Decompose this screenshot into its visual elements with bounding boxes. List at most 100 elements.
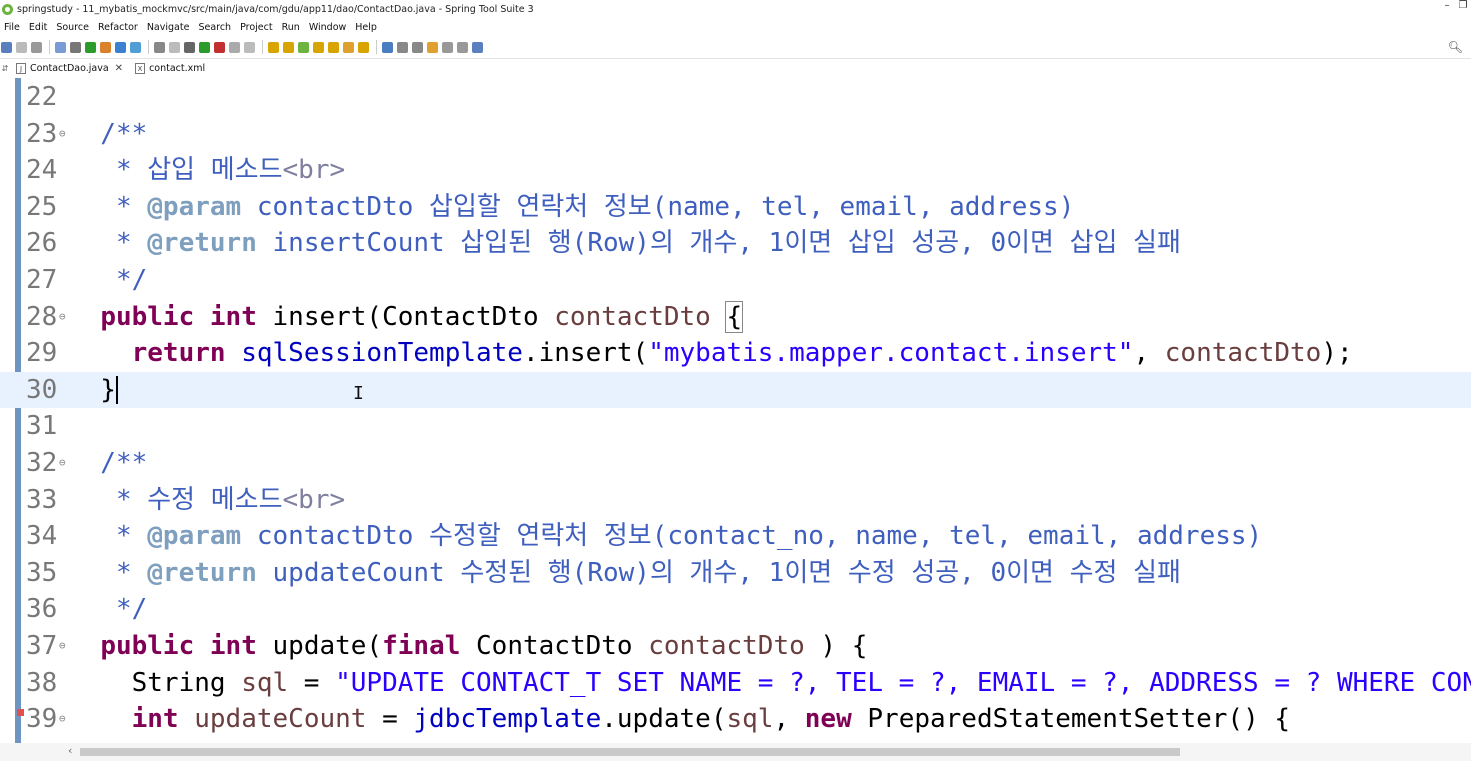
menu-window[interactable]: Window (305, 22, 351, 33)
open-folder-icon[interactable] (313, 41, 324, 53)
menu-file[interactable]: File (0, 22, 25, 33)
last-edit-icon[interactable] (427, 41, 438, 53)
fold-toggle-icon[interactable]: ⊖ (59, 628, 66, 665)
code-line[interactable]: 33 * 수정 메소드<br> (0, 482, 1471, 519)
code-line[interactable]: 34 * @param contactDto 수정할 연락처 정보(contac… (0, 518, 1471, 555)
code-line[interactable]: 29 return sqlSessionTemplate.insert("myb… (0, 335, 1471, 372)
view-menu-icon[interactable]: ⇵ (0, 64, 10, 73)
code-line[interactable]: 25 * @param contactDto 삽입할 연락처 정보(name, … (0, 189, 1471, 226)
next-annotation-icon[interactable] (397, 41, 408, 53)
code-line[interactable]: 24 * 삽입 메소드<br> (0, 152, 1471, 189)
code-token: contactDto 삽입할 연락처 정보(name, tel, email, … (241, 191, 1075, 222)
link-icon[interactable] (70, 41, 81, 53)
fold-toggle-icon[interactable]: ⊖ (59, 299, 66, 336)
code-token: <br> (282, 155, 346, 186)
code-line[interactable]: 22 (0, 79, 1471, 116)
line-number: 30 (26, 374, 58, 405)
code-text: */ (69, 262, 147, 299)
fold-toggle-icon[interactable]: ⊖ (59, 445, 66, 482)
back-icon[interactable] (442, 41, 453, 53)
code-text: * @param contactDto 삽입할 연락처 정보(name, tel… (69, 189, 1074, 226)
search-icon[interactable]: 🔍︎ (1448, 40, 1463, 54)
code-token: @param (147, 191, 242, 222)
tab-contactdao-java[interactable]: J ContactDao.java ✕ (10, 59, 130, 78)
menu-project[interactable]: Project (236, 22, 278, 33)
print-icon[interactable] (55, 41, 66, 53)
code-token: * (69, 191, 148, 222)
format-icon[interactable] (154, 41, 165, 53)
run-server-icon[interactable] (85, 41, 96, 53)
code-text: * 수정 메소드<br> (69, 482, 345, 519)
stop-icon[interactable] (229, 41, 240, 53)
code-token: "UPDATE CONTACT_T SET NAME = ?, TEL = ?,… (335, 667, 1471, 698)
fold-toggle-icon[interactable]: ⊖ (59, 701, 66, 738)
horizontal-scrollbar[interactable]: ‹ (0, 743, 1471, 761)
toolbar-separator (49, 40, 50, 54)
restore-button[interactable]: ❐ (1455, 0, 1471, 11)
code-line[interactable]: 37 ⊖ public int update(final ContactDto c… (0, 628, 1471, 665)
menu-refactor[interactable]: Refactor (94, 22, 143, 33)
code-line[interactable]: 26 * @return insertCount 삽입된 행(Row)의 개수,… (0, 225, 1471, 262)
save-all-icon[interactable] (31, 41, 42, 53)
save-icon[interactable] (16, 41, 27, 53)
menu-edit[interactable]: Edit (25, 22, 52, 33)
menu-source[interactable]: Source (52, 22, 94, 33)
scroll-left-icon[interactable]: ‹ (68, 744, 72, 757)
external-tools-icon[interactable] (214, 41, 225, 53)
globe-icon[interactable] (382, 41, 393, 53)
new-icon[interactable] (1, 41, 12, 53)
menu-help[interactable]: Help (351, 22, 382, 33)
refresh-icon[interactable] (100, 41, 111, 53)
error-marker-icon[interactable] (17, 709, 24, 716)
menu-run[interactable]: Run (278, 22, 305, 33)
highlight-icon[interactable] (130, 41, 141, 53)
code-token: new (804, 704, 852, 735)
folder-icon[interactable] (328, 41, 339, 53)
code-line[interactable]: 39 ⊖ int updateCount = jdbcTemplate.updat… (0, 701, 1471, 738)
code-text: * @return updateCount 수정된 행(Row)의 개수, 1이… (69, 555, 1181, 592)
code-line[interactable]: 31 (0, 408, 1471, 445)
run-icon[interactable] (199, 41, 210, 53)
code-line[interactable]: 32 ⊖ /** (0, 445, 1471, 482)
menu-search[interactable]: Search (194, 22, 236, 33)
forward-icon[interactable] (457, 41, 468, 53)
open-type-icon[interactable] (268, 41, 279, 53)
code-token: contactDto (554, 301, 711, 332)
code-text: String sql = "UPDATE CONTACT_T SET NAME … (69, 665, 1471, 702)
code-line[interactable]: 27 */ (0, 262, 1471, 299)
tab-contact-xml[interactable]: X contact.xml (129, 59, 211, 78)
code-line[interactable]: 28 ⊖ public int insert(ContactDto contact… (0, 299, 1471, 336)
code-token: updateCount (194, 704, 367, 735)
text-cursor-icon: I (353, 383, 364, 404)
code-line[interactable]: 30 } (0, 371, 1471, 409)
fold-toggle-icon[interactable]: ⊖ (59, 116, 66, 153)
close-icon[interactable]: ✕ (115, 63, 123, 74)
markers-icon[interactable] (169, 41, 180, 53)
code-line[interactable]: 35 * @return updateCount 수정된 행(Row)의 개수,… (0, 555, 1471, 592)
code-line[interactable]: 36 */ (0, 591, 1471, 628)
code-line[interactable]: 38 String sql = "UPDATE CONTACT_T SET NA… (0, 665, 1471, 702)
spring-icon[interactable] (298, 41, 309, 53)
prev-annotation-icon[interactable] (412, 41, 423, 53)
code-token: String (69, 667, 242, 698)
code-token: sqlSessionTemplate (241, 338, 523, 369)
pencil-icon[interactable] (343, 41, 354, 53)
line-number: 22 (26, 82, 58, 112)
pin-icon[interactable] (115, 41, 126, 53)
code-line[interactable]: 23 ⊖ /** (0, 116, 1471, 153)
browse-icon[interactable] (358, 41, 369, 53)
tab-label: contact.xml (149, 63, 206, 74)
code-token: = (366, 704, 414, 735)
code-text: /** (69, 445, 147, 482)
open-task-icon[interactable] (283, 41, 294, 53)
server-icon[interactable] (244, 41, 255, 53)
code-editor[interactable]: 22 23 ⊖ /** 24 * 삽입 메소드<br> 25 * @param cont… (0, 78, 1471, 743)
minimize-button[interactable]: – (1439, 0, 1455, 11)
code-token: int (131, 704, 179, 735)
pin-editor-icon[interactable] (472, 41, 483, 53)
code-token: int (209, 631, 257, 661)
debug-icon[interactable] (184, 41, 195, 53)
menu-navigate[interactable]: Navigate (143, 22, 195, 33)
scrollbar-thumb[interactable] (80, 748, 1180, 756)
